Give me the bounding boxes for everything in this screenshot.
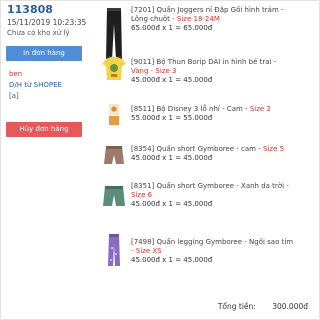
black-joggers-icon[interactable]	[100, 6, 128, 62]
yellow-bodysuit-icon[interactable]	[100, 56, 128, 82]
total-value: 300.000đ	[272, 302, 308, 311]
cancel-order-button[interactable]: Hủy đơn hàng	[6, 122, 82, 137]
list-item: [8511] Bộ Disney 3 lỗ nhí - Cam - Size 2…	[100, 103, 315, 129]
list-item: [7498] Quần legging Gymboree - Ngôi sao …	[100, 230, 315, 270]
item-variant: Size 5	[262, 145, 285, 153]
order-datetime: 15/11/2019 10:23:35	[7, 18, 87, 27]
order-source: D/H từ SHOPEE	[9, 81, 62, 89]
list-item: [8354] Quần short Gymboree - cam - Size …	[100, 143, 315, 167]
item-name[interactable]: [8354] Quần short Gymboree - cam -	[131, 145, 261, 153]
item-price: 65.000đ x 1 = 65.000đ	[131, 24, 213, 32]
item-name[interactable]: [7498] Quần legging Gymboree - Ngôi sao …	[131, 238, 313, 247]
orange-disney-set-icon[interactable]	[100, 103, 128, 127]
item-name[interactable]: [8511] Bộ Disney 3 lỗ nhí - Cam -	[131, 105, 248, 113]
item-variant: - Size XS	[131, 247, 162, 255]
order-total: Tổng tiền: 300.000đ	[218, 302, 308, 311]
order-id[interactable]: 113808	[7, 3, 53, 16]
shorts-icon[interactable]	[100, 143, 128, 167]
order-status: Chưa có kho xử lý	[7, 29, 70, 37]
list-item: [8351] Quần short Gymboree - Xanh da trờ…	[100, 180, 315, 220]
print-order-button[interactable]: In đơn hàng	[6, 46, 82, 61]
item-name[interactable]: [8351] Quần short Gymboree - Xanh da trờ…	[131, 182, 313, 191]
item-name[interactable]: [7201] Quần Joggers nỉ Đắp Gối hình trám…	[131, 6, 313, 15]
item-variant: Size 2	[249, 105, 271, 113]
list-item: [7201] Quần Joggers nỉ Đắp Gối hình trám…	[100, 6, 315, 62]
item-price: 45.000đ x 1 = 45.000đ	[131, 256, 213, 264]
item-variant: Vàng - Size 3	[131, 67, 177, 75]
order-tag: [a]	[9, 92, 19, 100]
total-label: Tổng tiền:	[217, 302, 256, 311]
item-variant-prefix: Lông chuột	[131, 15, 170, 23]
item-variant: Size 6	[131, 191, 153, 199]
item-price: 45.000đ x 1 = 45.000đ	[131, 76, 213, 84]
blue-shorts-icon[interactable]	[100, 182, 128, 208]
item-price: 55.000đ x 1 = 55.000đ	[131, 114, 213, 122]
purple-legging-icon[interactable]	[100, 232, 128, 268]
item-price: 45.000đ x 1 = 45.000đ	[131, 200, 213, 208]
list-item: [9011] Bộ Thun Borip DÀI in hình bé trai…	[100, 56, 315, 84]
order-user: ben	[9, 70, 23, 78]
item-variant: - Size 18-24M	[169, 15, 220, 23]
item-price: 45.000đ x 1 = 45.000đ	[131, 154, 213, 162]
item-name[interactable]: [9011] Bộ Thun Borip DÀI in hình bé trai…	[131, 58, 313, 67]
